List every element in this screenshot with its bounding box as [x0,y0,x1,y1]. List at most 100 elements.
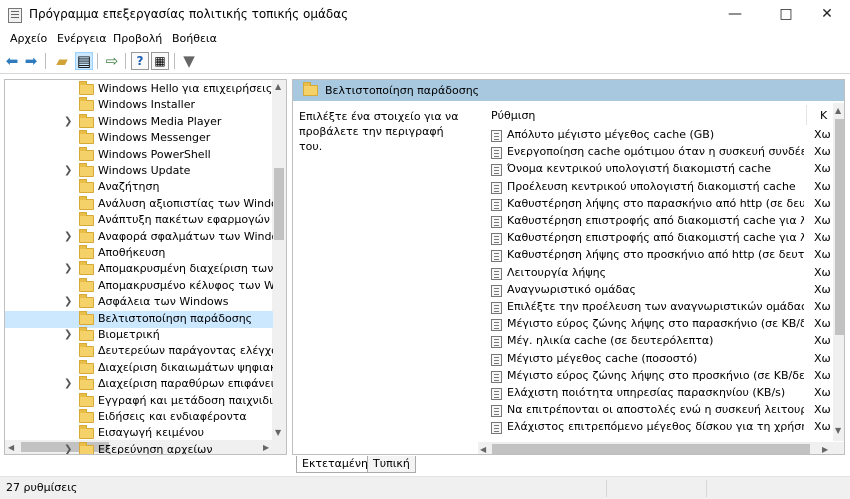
minimize-button[interactable]: — [712,0,758,30]
tree-item[interactable]: ❯ Windows Update [5,163,273,180]
folder-icon [79,81,94,95]
setting-label: Προέλευση κεντρικού υπολογιστή διακομιστ… [507,179,796,193]
tree-item[interactable]: Απομακρυσμένο κέλυφος των Wind [5,277,273,295]
chevron-right-icon[interactable]: ❯ [64,165,72,176]
setting-row[interactable]: Απόλυτο μέγιστο μέγεθος cache (GB) Χω [478,127,831,144]
tree-item[interactable]: ❯ Αναφορά σφαλμάτων των Windows [5,228,273,246]
setting-row[interactable]: Προέλευση κεντρικού υπολογιστή διακομιστ… [478,179,831,196]
setting-row[interactable]: Μέγιστο μέγεθος cache (ποσοστό) Χω [478,351,831,368]
setting-row[interactable]: Μέγιστο εύρος ζώνης λήψης στο παρασκήνιο… [478,316,831,333]
scroll-down-icon[interactable]: ▼ [275,428,281,437]
tree-item[interactable]: Windows Installer [5,97,273,114]
list-horizontal-scrollbar[interactable]: ◀ ▶ [478,442,844,454]
setting-label: Μέγιστο εύρος ζώνης λήψης στο παρασκήνιο… [507,317,804,331]
menu-view[interactable]: Προβολή [113,32,162,45]
column-divider[interactable] [806,105,807,125]
details-header: Βελτιστοποίηση παράδοσης [293,80,844,101]
setting-row[interactable]: Επιλέξτε την προέλευση των αναγνωριστικώ… [478,299,831,316]
tree-item[interactable]: Αποθήκευση [5,245,273,262]
chevron-right-icon[interactable]: ❯ [64,231,72,242]
chevron-right-icon[interactable]: ❯ [64,296,72,307]
list-scroll-thumb[interactable] [835,119,844,335]
tree-item[interactable]: Διαχείριση δικαιωμάτων ψηφιακού [5,359,273,377]
folder-icon [79,113,94,128]
tree-item[interactable]: Βελτιστοποίηση παράδοσης [5,310,273,328]
chevron-right-icon[interactable]: ❯ [64,329,72,340]
tree-item[interactable]: Ειδήσεις και ενδιαφέροντα [5,409,273,426]
menu-action[interactable]: Ενέργεια [57,32,106,45]
menu-help[interactable]: Βοήθεια [172,32,217,45]
tree-item[interactable]: Windows PowerShell [5,146,273,164]
policy-setting-icon [491,216,502,228]
tree-item[interactable]: ❯ Βιομετρική [5,327,273,344]
setting-row[interactable]: Καθυστέρηση επιστροφής από διακομιστή ca… [478,230,831,247]
help-icon[interactable]: ? [131,52,149,70]
policy-setting-icon [491,284,502,297]
setting-row[interactable]: Όνομα κεντρικού υπολογιστή διακομιστή ca… [478,161,831,178]
close-button[interactable]: ✕ [804,0,850,30]
setting-row[interactable]: Καθυστέρηση λήψης στο προσκήνιο από http… [478,247,831,264]
scroll-right-icon[interactable]: ▶ [822,445,828,454]
setting-state: Χω [814,145,831,159]
chevron-right-icon[interactable]: ❯ [64,444,72,454]
setting-row[interactable]: Ελάχιστος επιτρεπόμενο μέγεθος δίσκου γι… [478,419,831,436]
export-list-icon[interactable]: ⇨ [103,52,121,70]
policy-setting-icon [491,181,502,194]
up-folder-icon[interactable]: ▰ [53,52,71,70]
tree-item[interactable]: Αναζήτηση [5,179,273,196]
scroll-down-icon[interactable]: ▼ [835,426,841,435]
maximize-button[interactable]: □ [763,0,809,30]
tree-item[interactable]: ❯ Διαχείριση παραθύρων επιφάνειας [5,376,273,393]
filter-icon[interactable]: ▼ [180,52,198,70]
show-tree-icon[interactable]: ▤ [75,52,93,70]
forward-arrow-icon[interactable]: ➡ [22,52,40,70]
tree-item[interactable]: Δευτερεύων παράγοντας ελέγχου τ [5,343,273,360]
setting-row[interactable]: Μέγ. ηλικία cache (σε δευτερόλεπτα) Χω [478,333,831,350]
column-header-setting[interactable]: Ρύθμιση [491,109,535,122]
tree-vertical-scrollbar[interactable]: ▲ ▼ [272,80,286,440]
list-hscroll-thumb[interactable] [492,444,810,454]
setting-row[interactable]: Ελάχιστη ποιότητα υπηρεσίας παρασκηνίου … [478,385,831,402]
tab-extended[interactable]: Εκτεταμένη [296,456,374,473]
tree-item-label: Αναφορά σφαλμάτων των Windows [98,229,273,243]
setting-row[interactable]: Καθυστέρηση επιστροφής από διακομιστή ca… [478,213,831,230]
setting-row[interactable]: Ενεργοποίηση cache ομότιμου όταν η συσκε… [478,144,831,161]
tree-item[interactable]: Ανάπτυξη πακέτων εφαρμογών [5,212,273,229]
scroll-up-icon[interactable]: ▲ [835,106,841,115]
tree-item[interactable]: Windows Messenger [5,130,273,147]
properties-icon[interactable]: ▦ [151,52,169,70]
setting-state: Χω [814,128,831,141]
tree-item[interactable]: ❯ Εξερεύνηση αρχείων [5,441,273,454]
tree-item[interactable]: Εισαγωγή κειμένου [5,425,273,442]
scroll-left-icon[interactable]: ◀ [480,445,486,454]
description-text: Επιλέξτε ένα στοιχείο για να προβάλετε τ… [299,110,459,153]
tree-item[interactable]: ❯ Απομακρυσμένη διαχείριση των Wi [5,261,273,278]
tree-item[interactable]: Ανάλυση αξιοπιστίας των Windows [5,195,273,213]
tree-item[interactable]: Windows Hello για επιχειρήσεις [5,81,273,98]
menu-file[interactable]: Αρχείο [10,32,47,45]
column-header-state[interactable]: Κ [820,109,827,122]
folder-icon [79,409,94,423]
policy-setting-icon [491,233,502,246]
tree-item-label: Ασφάλεια των Windows [98,295,229,309]
setting-row[interactable]: Να επιτρέπονται οι αποστολές ενώ η συσκε… [478,402,831,419]
policy-setting-icon [491,336,502,349]
tree-item[interactable]: ❯ Windows Media Player [5,113,273,131]
setting-row[interactable]: Μέγιστο εύρος ζώνης λήψης στο προσκήνιο … [478,368,831,385]
chevron-right-icon[interactable]: ❯ [64,116,72,127]
chevron-right-icon[interactable]: ❯ [64,378,72,389]
list-vertical-scrollbar[interactable]: ▲ ▼ [833,103,844,441]
back-arrow-icon[interactable]: ⬅ [3,52,21,70]
setting-row[interactable]: Αναγνωριστικό ομάδας Χω [478,282,831,299]
tree-item-label: Αποθήκευση [98,246,166,259]
tree-scroll-thumb[interactable] [274,168,284,240]
status-divider [706,480,707,497]
setting-row[interactable]: Λειτουργία λήψης Χω [478,265,831,282]
tree-item[interactable]: Εγγραφή και μετάδοση παιχνιδιών [5,392,273,410]
chevron-right-icon[interactable]: ❯ [64,263,72,274]
tree-item[interactable]: ❯ Ασφάλεια των Windows [5,294,273,311]
policy-setting-icon [491,130,502,142]
tab-standard[interactable]: Τυπική [367,456,416,473]
scroll-up-icon[interactable]: ▲ [275,82,281,91]
setting-row[interactable]: Καθυστέρηση λήψης στο παρασκήνιο από htt… [478,196,831,213]
